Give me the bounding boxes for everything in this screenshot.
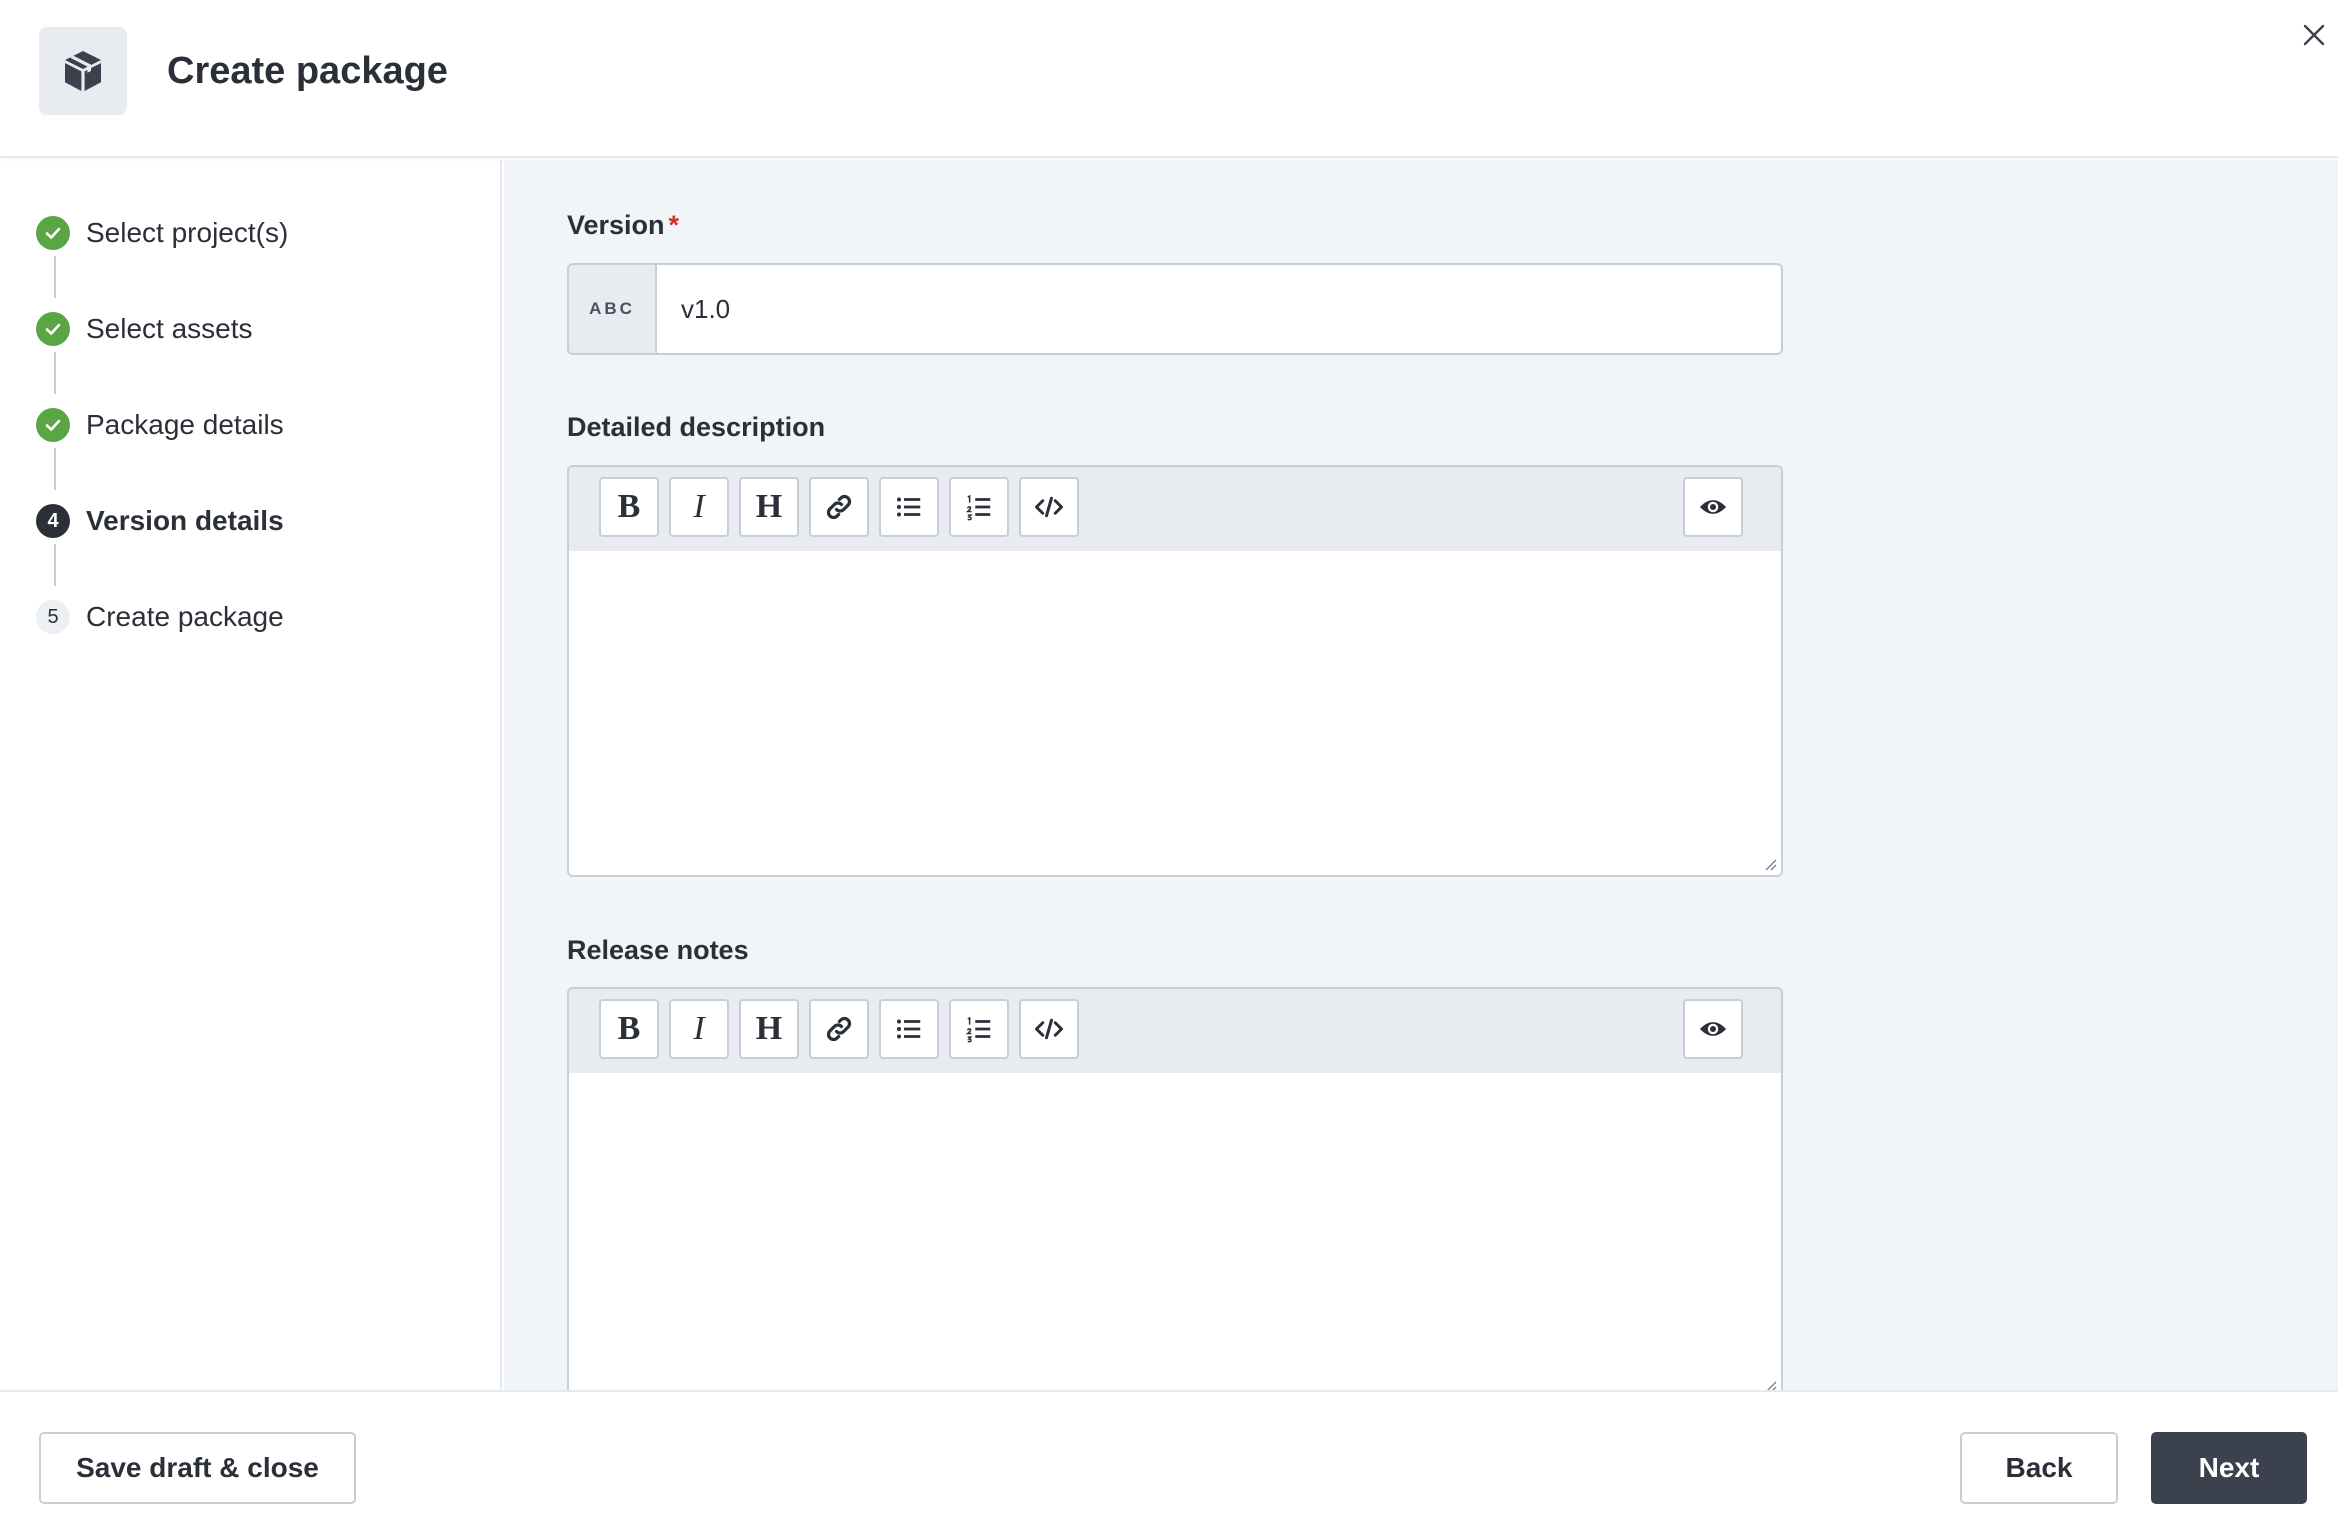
close-icon <box>2303 24 2325 46</box>
description-editor: B I H <box>567 465 1783 877</box>
package-box-icon <box>39 27 127 115</box>
modal-footer: Save draft & close Back Next <box>0 1390 2338 1530</box>
description-label: Detailed description <box>567 412 826 442</box>
page-title: Create package <box>167 50 448 92</box>
form-panel: Version* ABC Detailed description B I H <box>504 160 2338 1390</box>
back-button[interactable]: Back <box>1960 1432 2118 1504</box>
version-input[interactable] <box>657 265 1781 353</box>
link-button[interactable] <box>809 477 869 537</box>
step-number-badge: 4 <box>36 504 70 538</box>
description-toolbar: B I H <box>569 467 1781 551</box>
step-connector <box>54 544 56 586</box>
bold-button[interactable]: B <box>599 477 659 537</box>
step-create-package[interactable]: 5 Create package <box>36 597 284 637</box>
release-notes-label: Release notes <box>567 935 749 965</box>
heading-button[interactable]: H <box>739 999 799 1059</box>
italic-button[interactable]: I <box>669 999 729 1059</box>
italic-button[interactable]: I <box>669 477 729 537</box>
step-select-assets[interactable]: Select assets <box>36 309 253 349</box>
release-notes-editor: B I H <box>567 987 1783 1390</box>
step-label: Version details <box>86 505 284 536</box>
bullet-list-button[interactable] <box>879 477 939 537</box>
heading-icon: H <box>755 1010 783 1047</box>
step-connector <box>54 448 56 490</box>
code-button[interactable] <box>1019 477 1079 537</box>
bold-icon: B <box>617 1010 641 1047</box>
link-button[interactable] <box>809 999 869 1059</box>
bullet-list-button[interactable] <box>879 999 939 1059</box>
next-button[interactable]: Next <box>2151 1432 2307 1504</box>
text-type-icon: ABC <box>569 265 657 353</box>
step-select-projects[interactable]: Select project(s) <box>36 213 288 253</box>
code-button[interactable] <box>1019 999 1079 1059</box>
stepper-sidebar: Select project(s) Select assets Package … <box>0 160 502 1390</box>
step-label: Package details <box>86 409 284 440</box>
version-label: Version * <box>567 210 679 241</box>
step-label: Select assets <box>86 313 253 344</box>
required-mark: * <box>668 210 680 240</box>
release-notes-toolbar: B I H <box>569 989 1781 1073</box>
step-label: Create package <box>86 601 284 632</box>
release-notes-textarea[interactable] <box>569 1073 1781 1390</box>
italic-icon: I <box>693 488 705 525</box>
step-number-badge: 5 <box>36 600 70 634</box>
bold-icon: B <box>617 488 641 525</box>
bullet-list-icon <box>897 1019 921 1039</box>
code-icon <box>1035 496 1063 518</box>
numbered-list-icon <box>965 494 991 521</box>
check-circle-icon <box>36 312 70 346</box>
link-icon <box>826 494 852 520</box>
bullet-list-icon <box>897 497 921 517</box>
heading-button[interactable]: H <box>739 477 799 537</box>
modal-header: Create package <box>0 0 2338 158</box>
heading-icon: H <box>755 488 783 525</box>
resize-handle-icon[interactable] <box>1763 1379 1777 1390</box>
numbered-list-button[interactable] <box>949 999 1009 1059</box>
preview-eye-icon <box>1699 500 1727 514</box>
step-version-details[interactable]: 4 Version details <box>36 501 284 541</box>
link-icon <box>826 1016 852 1042</box>
step-connector <box>54 352 56 394</box>
preview-eye-icon <box>1699 1022 1727 1036</box>
check-circle-icon <box>36 216 70 250</box>
version-field: ABC <box>567 263 1783 355</box>
description-textarea[interactable] <box>569 551 1781 875</box>
numbered-list-button[interactable] <box>949 477 1009 537</box>
check-circle-icon <box>36 408 70 442</box>
code-icon <box>1035 1018 1063 1040</box>
close-button[interactable] <box>2297 18 2331 52</box>
resize-handle-icon[interactable] <box>1763 857 1777 871</box>
version-label-text: Version <box>567 210 665 240</box>
preview-button[interactable] <box>1683 477 1743 537</box>
bold-button[interactable]: B <box>599 999 659 1059</box>
italic-icon: I <box>693 1010 705 1047</box>
numbered-list-icon <box>965 1016 991 1043</box>
step-label: Select project(s) <box>86 217 289 248</box>
preview-button[interactable] <box>1683 999 1743 1059</box>
step-connector <box>54 256 56 298</box>
step-package-details[interactable]: Package details <box>36 405 284 445</box>
save-draft-close-button[interactable]: Save draft & close <box>39 1432 356 1504</box>
